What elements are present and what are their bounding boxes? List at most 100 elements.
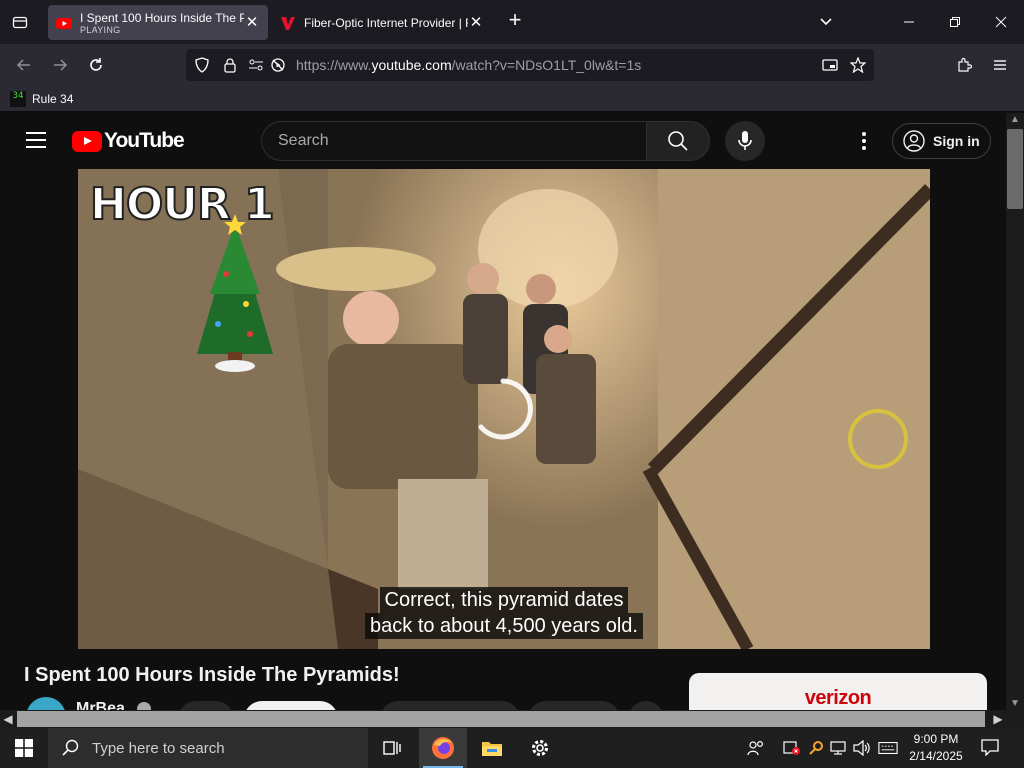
- forward-arrow-icon: [54, 59, 68, 71]
- key-tray-icon[interactable]: [806, 738, 826, 758]
- youtube-favicon-icon: [56, 17, 72, 29]
- scroll-right-icon[interactable]: ▶: [990, 710, 1006, 728]
- scrollbar-corner: [1006, 710, 1024, 728]
- search-input[interactable]: Search: [261, 121, 647, 161]
- back-button[interactable]: [12, 53, 36, 77]
- keyboard-icon[interactable]: [878, 738, 898, 758]
- tab-list-button[interactable]: [8, 10, 32, 34]
- search-icon: [62, 739, 79, 756]
- tab-title: Fiber-Optic Internet Provider | Fios: [304, 15, 468, 30]
- youtube-play-icon: [72, 130, 102, 152]
- bookmark-star-icon[interactable]: [850, 57, 866, 73]
- bookmarks-toolbar: 34 Rule 34: [0, 86, 1024, 112]
- minimize-button[interactable]: [886, 0, 932, 44]
- url-path: /watch?v=NDsO1LT_0lw&t=1s: [451, 57, 642, 73]
- new-tab-button[interactable]: +: [504, 9, 526, 32]
- action-center-button[interactable]: [980, 738, 1002, 758]
- tab-close-icon[interactable]: ✕: [468, 14, 484, 31]
- restore-button[interactable]: [932, 0, 978, 44]
- browser-tab-strip: I Spent 100 Hours Inside The Pyramids! P…: [0, 0, 1024, 44]
- url-scheme: https://www.: [296, 57, 372, 73]
- tab-title: I Spent 100 Hours Inside The Pyramids!: [80, 10, 244, 25]
- autoplay-blocked-icon[interactable]: [270, 57, 286, 73]
- bookmark-label: Rule 34: [32, 92, 74, 106]
- windows-taskbar: Type here to search 9:00 PM 2/14/2025: [0, 728, 1024, 768]
- url-host: youtube.com: [371, 57, 452, 73]
- extensions-button[interactable]: [952, 53, 976, 77]
- vertical-scrollbar[interactable]: ▲ ▼: [1006, 113, 1024, 712]
- tracking-shield-icon[interactable]: [194, 57, 210, 73]
- horizontal-scroll-thumb[interactable]: [17, 711, 985, 727]
- video-player[interactable]: HOUR 1 Correct, this pyramid dates back …: [78, 169, 930, 649]
- reload-icon: [90, 58, 102, 71]
- folder-icon: [482, 742, 502, 756]
- scroll-left-icon[interactable]: ◀: [0, 710, 16, 728]
- taskbar-firefox[interactable]: [419, 728, 467, 768]
- windows-logo-icon: [15, 739, 33, 757]
- youtube-logo-text: YouTube: [104, 129, 185, 152]
- people-icon[interactable]: [746, 738, 766, 758]
- chevron-down-icon: [820, 18, 832, 26]
- horizontal-scrollbar[interactable]: ◀ ▶: [0, 710, 1006, 728]
- tab-close-icon[interactable]: ✕: [244, 14, 260, 31]
- close-window-button[interactable]: [978, 0, 1024, 44]
- lock-icon[interactable]: [222, 57, 238, 73]
- guide-menu-button[interactable]: [26, 132, 46, 148]
- forward-button[interactable]: [48, 53, 72, 77]
- notification-icon: [981, 739, 999, 757]
- taskbar-search-box[interactable]: Type here to search: [48, 728, 368, 768]
- bookmark-favicon-icon: 34: [10, 91, 26, 107]
- scroll-up-icon[interactable]: ▲: [1006, 113, 1024, 127]
- sign-in-button[interactable]: Sign in: [892, 123, 991, 159]
- scroll-down-icon[interactable]: ▼: [1006, 697, 1024, 711]
- loading-spinner-icon: [478, 378, 533, 440]
- url-text[interactable]: https://www.youtube.com/watch?v=NDsO1LT_…: [296, 57, 641, 73]
- reload-button[interactable]: [84, 53, 108, 77]
- youtube-masthead: YouTube Search Sign in: [0, 113, 1006, 169]
- speaker-icon: [853, 740, 870, 756]
- clock-date: 2/14/2025: [909, 749, 963, 763]
- tab-youtube-video[interactable]: I Spent 100 Hours Inside The Pyramids! P…: [48, 5, 268, 40]
- caption-line: back to about 4,500 years old.: [365, 613, 643, 639]
- address-bar[interactable]: https://www.youtube.com/watch?v=NDsO1LT_…: [186, 49, 874, 81]
- clock-time: 9:00 PM: [913, 732, 959, 746]
- puzzle-icon: [958, 57, 972, 72]
- key-icon: [809, 741, 823, 755]
- video-captions: Correct, this pyramid dates back to abou…: [78, 587, 930, 639]
- taskbar-search-placeholder: Type here to search: [92, 739, 225, 757]
- hamburger-menu-icon: [994, 60, 1006, 70]
- navigation-toolbar: https://www.youtube.com/watch?v=NDsO1LT_…: [0, 44, 1024, 86]
- ad-brand-text: verizon: [804, 687, 872, 709]
- taskbar-file-explorer[interactable]: [468, 728, 516, 768]
- tab-list-icon: [12, 16, 28, 29]
- volume-icon[interactable]: [852, 738, 872, 758]
- youtube-logo[interactable]: YouTube: [72, 129, 185, 152]
- people-glyph-icon: [747, 740, 764, 756]
- permissions-icon[interactable]: [248, 57, 264, 73]
- tab-fios[interactable]: Fiber-Optic Internet Provider | Fios ✕: [272, 5, 492, 40]
- ethernet-icon: [830, 741, 846, 755]
- touch-keyboard-icon: [878, 742, 898, 754]
- christmas-tree-icon: [197, 214, 273, 372]
- settings-menu-button[interactable]: [852, 131, 876, 151]
- vertical-scroll-thumb[interactable]: [1007, 129, 1023, 209]
- list-all-tabs-button[interactable]: [816, 12, 836, 32]
- system-clock[interactable]: 9:00 PM 2/14/2025: [904, 731, 968, 765]
- picture-in-picture-icon[interactable]: [822, 57, 838, 73]
- task-view-icon: [383, 741, 401, 755]
- shield-alert-icon: [783, 741, 800, 755]
- bookmark-rule-34[interactable]: 34 Rule 34: [10, 90, 73, 108]
- app-menu-button[interactable]: [988, 53, 1012, 77]
- taskbar-settings[interactable]: [516, 728, 564, 768]
- microphone-icon: [738, 131, 752, 150]
- network-icon[interactable]: [828, 738, 848, 758]
- start-button[interactable]: [0, 728, 48, 768]
- gear-icon: [532, 740, 548, 756]
- security-alert-icon[interactable]: [782, 738, 802, 758]
- task-view-button[interactable]: [368, 728, 416, 768]
- minimize-icon: [904, 21, 914, 23]
- voice-search-button[interactable]: [725, 121, 765, 161]
- sign-in-label: Sign in: [933, 133, 980, 149]
- search-button[interactable]: [646, 121, 710, 161]
- back-arrow-icon: [16, 59, 30, 71]
